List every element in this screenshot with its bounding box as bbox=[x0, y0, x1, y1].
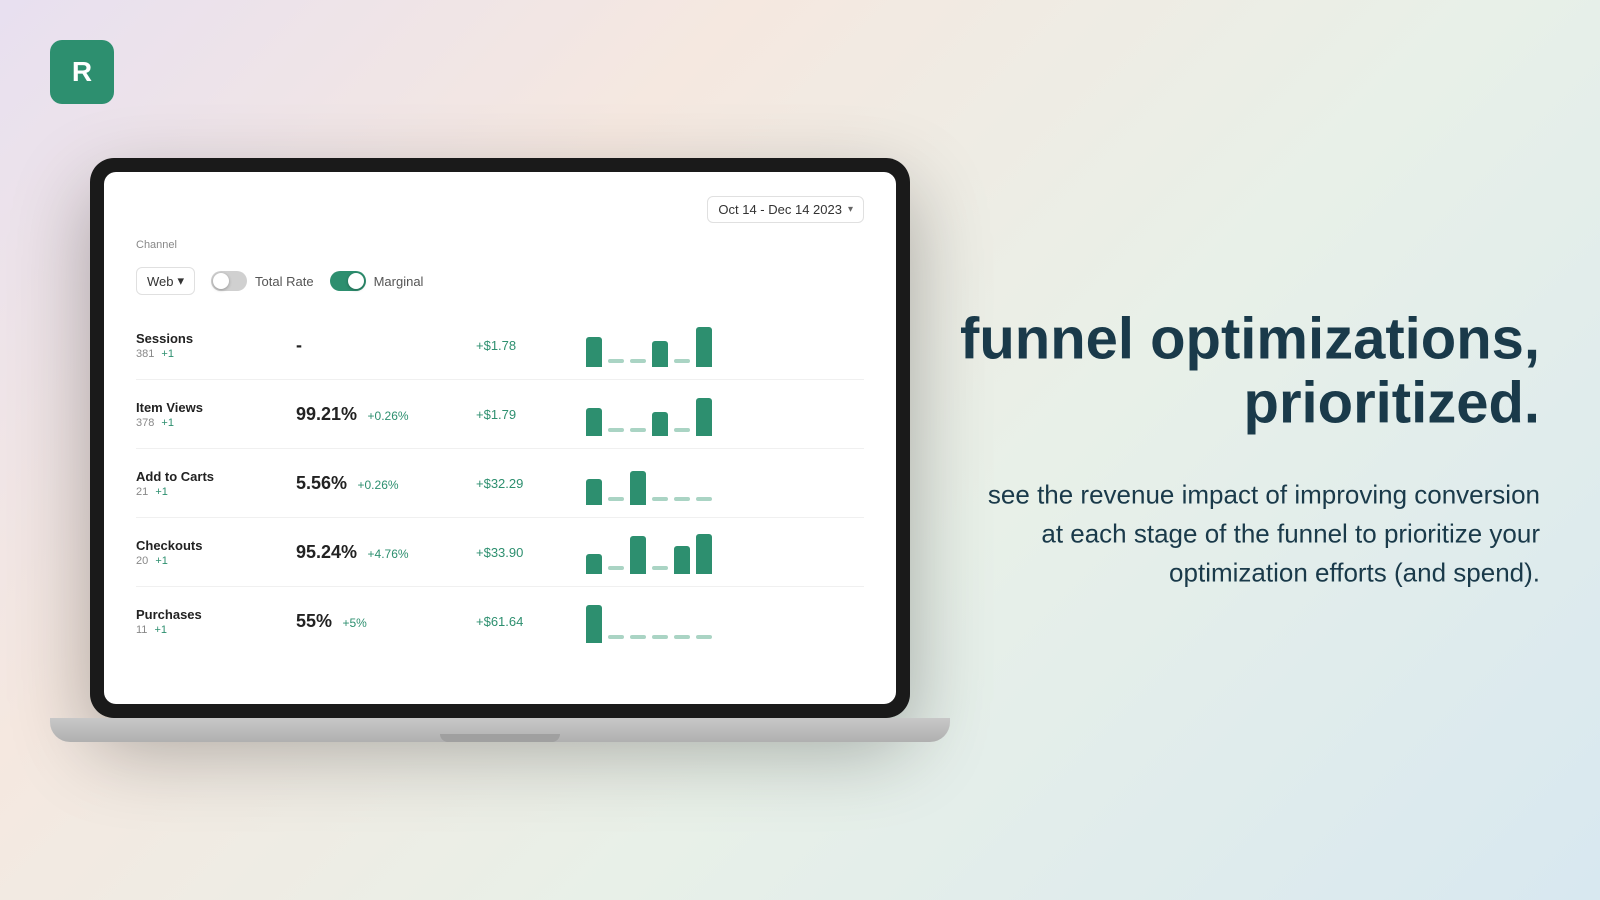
row-rate-purchases: 55% +5% bbox=[296, 611, 476, 632]
laptop-base bbox=[50, 718, 950, 742]
bar bbox=[586, 479, 602, 505]
bar-dash bbox=[608, 497, 624, 501]
bar bbox=[586, 554, 602, 574]
bar-dash bbox=[674, 428, 690, 432]
channel-dropdown[interactable]: Web ▾ bbox=[136, 267, 195, 295]
row-label-item-views: Item Views 378 +1 bbox=[136, 400, 296, 429]
laptop-screen: Oct 14 - Dec 14 2023 ▾ Channel Web ▾ Tot… bbox=[104, 172, 896, 704]
bar-dash bbox=[674, 635, 690, 639]
bar bbox=[630, 471, 646, 505]
marginal-toggle[interactable]: Marginal bbox=[330, 271, 424, 291]
row-rate-checkouts: 95.24% +4.76% bbox=[296, 542, 476, 563]
bar-dash bbox=[652, 497, 668, 501]
bar-dash bbox=[608, 635, 624, 639]
bar bbox=[652, 341, 668, 367]
channel-label: Channel bbox=[136, 239, 864, 251]
controls-section: Channel Web ▾ Total Rate Marginal bbox=[136, 239, 864, 295]
table-row: Checkouts 20 +1 95.24% +4.76% +$33.90 bbox=[136, 518, 864, 587]
stage-count: 20 +1 bbox=[136, 555, 296, 567]
chevron-down-icon: ▾ bbox=[848, 204, 853, 215]
stage-count: 381 +1 bbox=[136, 348, 296, 360]
row-revenue-item-views: +$1.79 bbox=[476, 407, 586, 422]
row-revenue-checkouts: +$33.90 bbox=[476, 545, 586, 560]
row-revenue-add-to-carts: +$32.29 bbox=[476, 476, 586, 491]
bar bbox=[586, 337, 602, 367]
bar-dash bbox=[652, 566, 668, 570]
total-rate-switch[interactable] bbox=[211, 271, 247, 291]
bar-dash bbox=[696, 497, 712, 501]
table-row: Sessions 381 +1 - +$1.78 bbox=[136, 311, 864, 380]
bar-dash bbox=[608, 566, 624, 570]
subtext: see the revenue impact of improving conv… bbox=[960, 475, 1540, 592]
row-chart-checkouts bbox=[586, 530, 864, 574]
bar-dash bbox=[608, 428, 624, 432]
stage-count: 21 +1 bbox=[136, 486, 296, 498]
bar bbox=[674, 546, 690, 574]
row-label-checkouts: Checkouts 20 +1 bbox=[136, 538, 296, 567]
row-rate-item-views: 99.21% +0.26% bbox=[296, 404, 476, 425]
table-row: Add to Carts 21 +1 5.56% +0.26% +$32.29 bbox=[136, 449, 864, 518]
laptop-mockup: Oct 14 - Dec 14 2023 ▾ Channel Web ▾ Tot… bbox=[50, 50, 950, 850]
row-rate-sessions: - bbox=[296, 335, 476, 356]
funnel-table: Sessions 381 +1 - +$1.78 bbox=[136, 311, 864, 655]
table-row: Item Views 378 +1 99.21% +0.26% +$1.79 bbox=[136, 380, 864, 449]
total-rate-toggle[interactable]: Total Rate bbox=[211, 271, 314, 291]
row-chart-item-views bbox=[586, 392, 864, 436]
bar-dash bbox=[652, 635, 668, 639]
bar bbox=[586, 605, 602, 643]
bar-dash bbox=[696, 635, 712, 639]
bar bbox=[630, 536, 646, 574]
bar bbox=[652, 412, 668, 436]
bar bbox=[696, 534, 712, 574]
headline: funnel optimizations, prioritized. bbox=[960, 308, 1540, 436]
row-chart-purchases bbox=[586, 599, 864, 643]
marginal-switch[interactable] bbox=[330, 271, 366, 291]
bar bbox=[696, 327, 712, 367]
row-revenue-sessions: +$1.78 bbox=[476, 338, 586, 353]
bar-dash bbox=[630, 359, 646, 363]
stage-count: 11 +1 bbox=[136, 624, 296, 636]
table-row: Purchases 11 +1 55% +5% +$61.64 bbox=[136, 587, 864, 655]
bar bbox=[696, 398, 712, 436]
dashboard-header: Oct 14 - Dec 14 2023 ▾ bbox=[136, 196, 864, 223]
row-revenue-purchases: +$61.64 bbox=[476, 614, 586, 629]
bar-dash bbox=[674, 359, 690, 363]
toggle-group: Web ▾ Total Rate Marginal bbox=[136, 267, 864, 295]
bar bbox=[586, 408, 602, 436]
chevron-down-icon: ▾ bbox=[178, 273, 185, 289]
row-label-purchases: Purchases 11 +1 bbox=[136, 607, 296, 636]
row-label-add-to-carts: Add to Carts 21 +1 bbox=[136, 469, 296, 498]
bar-dash bbox=[608, 359, 624, 363]
bar-dash bbox=[674, 497, 690, 501]
date-range-picker[interactable]: Oct 14 - Dec 14 2023 ▾ bbox=[707, 196, 864, 223]
row-chart-sessions bbox=[586, 323, 864, 367]
bar-dash bbox=[630, 428, 646, 432]
row-label-sessions: Sessions 381 +1 bbox=[136, 331, 296, 360]
bar-dash bbox=[630, 635, 646, 639]
right-section: funnel optimizations, prioritized. see t… bbox=[960, 308, 1540, 593]
row-rate-add-to-carts: 5.56% +0.26% bbox=[296, 473, 476, 494]
row-chart-add-to-carts bbox=[586, 461, 864, 505]
laptop-frame: Oct 14 - Dec 14 2023 ▾ Channel Web ▾ Tot… bbox=[90, 158, 910, 718]
stage-count: 378 +1 bbox=[136, 417, 296, 429]
